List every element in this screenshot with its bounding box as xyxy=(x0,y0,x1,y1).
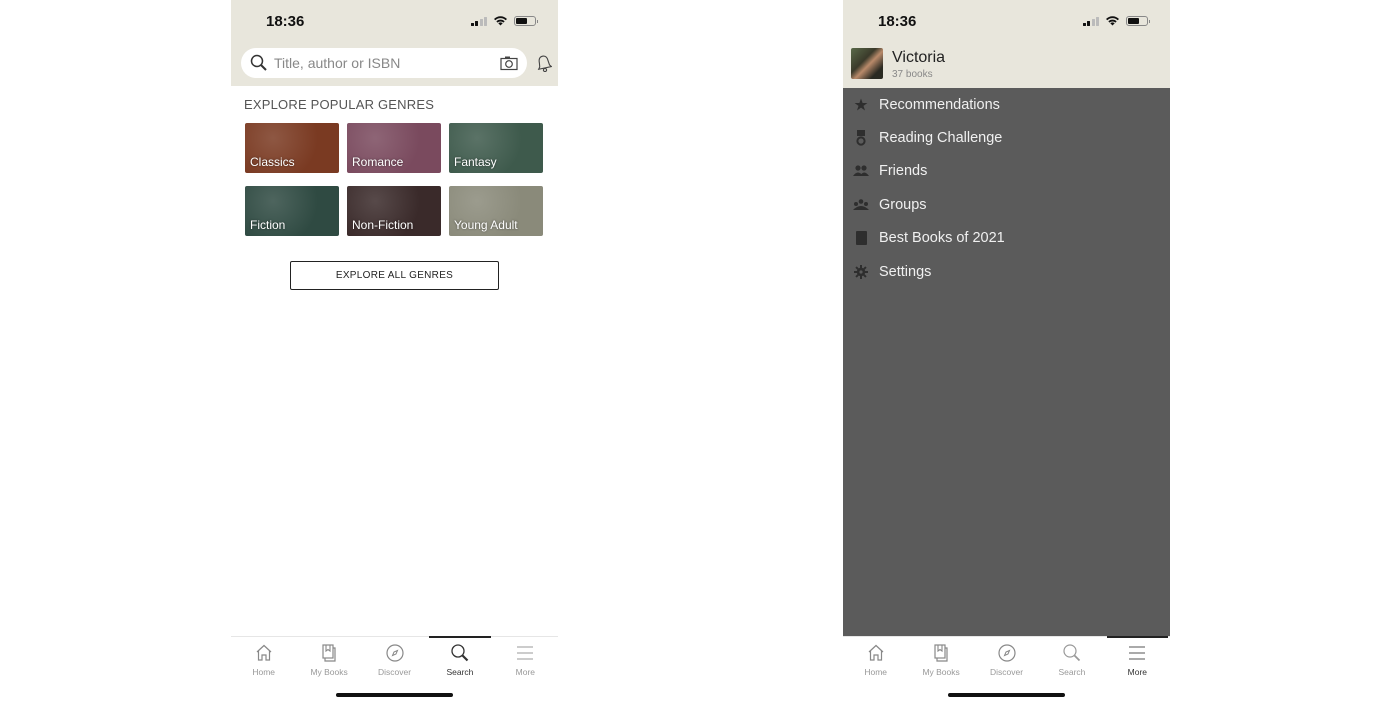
menu-item-reading-challenge[interactable]: Reading Challenge xyxy=(843,121,1170,154)
menu-label: Settings xyxy=(879,263,932,280)
genre-label: Classics xyxy=(250,155,295,169)
home-icon xyxy=(866,643,886,663)
menu-icon xyxy=(1127,643,1147,663)
groups-icon xyxy=(843,199,879,211)
status-bar: 18:36 xyxy=(843,0,1170,44)
search-icon xyxy=(249,53,269,73)
tab-label: Discover xyxy=(989,667,1024,677)
tab-label: Discover xyxy=(377,667,412,677)
tab-more[interactable]: More xyxy=(1105,636,1170,681)
status-icons xyxy=(470,15,538,26)
genre-tile-non-fiction[interactable]: Non-Fiction xyxy=(347,186,441,236)
tab-label: Search xyxy=(1058,667,1086,677)
menu-icon xyxy=(515,643,535,663)
tab-label: Home xyxy=(864,667,888,677)
tab-label: My Books xyxy=(922,667,960,677)
genre-tile-fiction[interactable]: Fiction xyxy=(245,186,339,236)
menu-item-friends[interactable]: Friends xyxy=(843,155,1170,188)
menu-list: Recommendations Reading Challenge Friend… xyxy=(843,88,1170,288)
compass-icon xyxy=(385,643,405,663)
genre-tile-fantasy[interactable]: Fantasy xyxy=(449,123,543,173)
menu-item-best-books-2021[interactable]: Best Books of 2021 xyxy=(843,222,1170,255)
genre-label: Young Adult xyxy=(454,218,518,232)
genre-grid: Classics Romance Fantasy Fiction Non-Fic… xyxy=(245,123,543,236)
more-menu-screen: 18:36 Victoria 37 books Recommendations xyxy=(843,0,1170,705)
wifi-icon xyxy=(1106,16,1119,26)
signal-icon xyxy=(1082,16,1099,26)
medal-icon xyxy=(843,130,879,146)
menu-item-settings[interactable]: Settings xyxy=(843,255,1170,288)
tab-discover[interactable]: Discover xyxy=(362,637,427,681)
profile-header[interactable]: Victoria 37 books xyxy=(843,44,1170,88)
tab-label: My Books xyxy=(310,667,348,677)
my-books-icon xyxy=(319,643,339,663)
genre-label: Fantasy xyxy=(454,155,497,169)
home-indicator[interactable] xyxy=(336,693,453,697)
tab-search[interactable]: Search xyxy=(427,636,492,681)
camera-icon[interactable] xyxy=(499,53,519,73)
search-icon xyxy=(450,643,470,663)
tab-bar: Home My Books Discover Search More xyxy=(843,636,1170,681)
genre-label: Non-Fiction xyxy=(352,218,414,232)
tab-label: More xyxy=(1127,667,1148,677)
gear-icon xyxy=(843,264,879,279)
search-header xyxy=(231,44,558,86)
tab-search[interactable]: Search xyxy=(1039,637,1104,681)
tab-home[interactable]: Home xyxy=(231,637,296,681)
tab-my-books[interactable]: My Books xyxy=(296,637,361,681)
home-icon xyxy=(254,643,274,663)
explore-all-genres-button[interactable]: EXPLORE ALL GENRES xyxy=(290,261,499,290)
status-icons xyxy=(1082,15,1150,26)
search-screen: 18:36 EXPLORE POPULAR GENR xyxy=(231,0,558,705)
menu-label: Friends xyxy=(879,163,928,180)
status-bar: 18:36 xyxy=(231,0,558,44)
tab-discover[interactable]: Discover xyxy=(974,637,1039,681)
home-indicator[interactable] xyxy=(948,693,1065,697)
tab-label: Home xyxy=(252,667,276,677)
friends-icon xyxy=(843,165,879,177)
search-input[interactable] xyxy=(274,55,499,71)
signal-icon xyxy=(470,16,487,26)
profile-name: Victoria xyxy=(892,49,946,66)
genre-tile-young-adult[interactable]: Young Adult xyxy=(449,186,543,236)
battery-icon xyxy=(1126,15,1150,26)
tab-more[interactable]: More xyxy=(493,637,558,681)
tab-bar: Home My Books Discover Search More xyxy=(231,636,558,681)
bell-icon[interactable] xyxy=(536,54,553,77)
wifi-icon xyxy=(494,16,507,26)
genre-tile-romance[interactable]: Romance xyxy=(347,123,441,173)
star-icon xyxy=(843,98,879,112)
search-bar[interactable] xyxy=(241,48,527,78)
section-title: EXPLORE POPULAR GENRES xyxy=(244,97,435,112)
menu-label: Best Books of 2021 xyxy=(879,230,1005,247)
status-time: 18:36 xyxy=(266,13,305,30)
menu-label: Recommendations xyxy=(879,96,1000,113)
avatar[interactable] xyxy=(851,48,883,79)
genre-label: Fiction xyxy=(250,218,286,232)
tab-my-books[interactable]: My Books xyxy=(908,637,973,681)
tab-label: More xyxy=(515,667,536,677)
search-icon xyxy=(1062,643,1082,663)
genre-tile-classics[interactable]: Classics xyxy=(245,123,339,173)
battery-icon xyxy=(514,15,538,26)
menu-label: Groups xyxy=(879,196,927,213)
profile-book-count: 37 books xyxy=(892,69,933,80)
tab-home[interactable]: Home xyxy=(843,637,908,681)
menu-overlay: Recommendations Reading Challenge Friend… xyxy=(843,88,1170,636)
menu-label: Reading Challenge xyxy=(879,130,1003,147)
tab-label: Search xyxy=(446,667,474,677)
menu-item-groups[interactable]: Groups xyxy=(843,188,1170,221)
status-time: 18:36 xyxy=(878,13,917,30)
book-icon xyxy=(843,231,879,246)
genre-label: Romance xyxy=(352,155,404,169)
menu-item-recommendations[interactable]: Recommendations xyxy=(843,88,1170,121)
my-books-icon xyxy=(931,643,951,663)
compass-icon xyxy=(997,643,1017,663)
